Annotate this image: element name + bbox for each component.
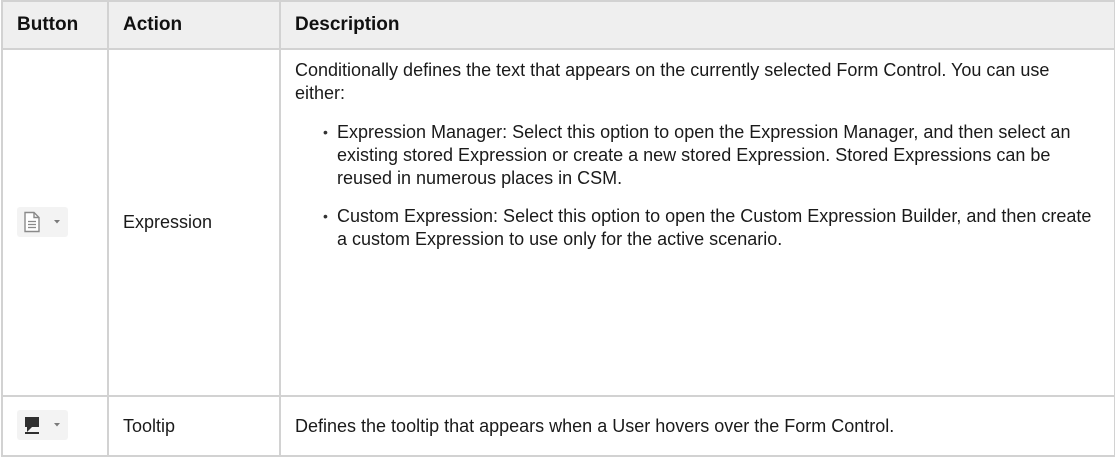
tooltip-dropdown-button[interactable] <box>17 410 68 440</box>
chevron-down-icon <box>54 423 60 427</box>
button-cell <box>1 395 109 457</box>
header-description: Description <box>279 0 1115 50</box>
list-item: Custom Expression: Select this option to… <box>323 205 1104 251</box>
action-cell: Expression <box>107 48 281 397</box>
header-action: Action <box>107 0 281 50</box>
header-row: Button Action Description <box>1 0 1115 50</box>
list-item: Expression Manager: Select this option t… <box>323 121 1104 190</box>
expression-dropdown-button[interactable] <box>17 206 68 237</box>
tooltip-icon <box>25 417 39 434</box>
button-cell <box>1 48 109 397</box>
option-list: Expression Manager: Select this option t… <box>295 121 1104 251</box>
table-row: Tooltip Defines the tooltip that appears… <box>1 395 1115 457</box>
header-button: Button <box>1 0 109 50</box>
chevron-down-icon <box>54 219 60 223</box>
description-cell: Defines the tooltip that appears when a … <box>279 395 1115 457</box>
document-icon <box>24 211 40 232</box>
table-row: Expression Conditionally defines the tex… <box>1 48 1115 397</box>
reference-table: Button Action Description Expression Con… <box>1 0 1115 457</box>
action-cell: Tooltip <box>107 395 281 457</box>
description-text: Conditionally defines the text that appe… <box>295 60 1050 103</box>
description-cell: Conditionally defines the text that appe… <box>279 48 1115 397</box>
